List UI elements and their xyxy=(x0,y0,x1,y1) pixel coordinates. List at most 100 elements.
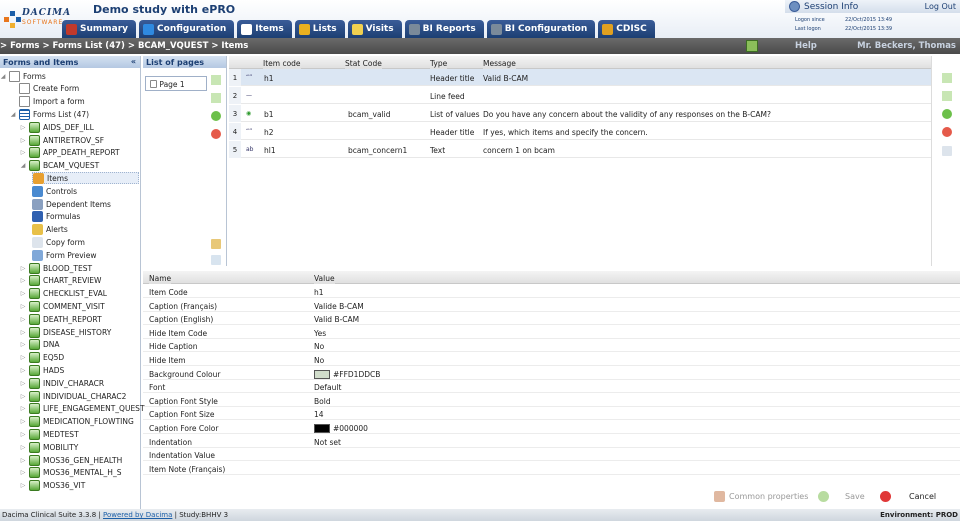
tree-form-item[interactable]: ▷ MOBILITY xyxy=(20,441,78,453)
tree-form-item[interactable]: ▷ INDIV_CHARACR xyxy=(20,377,104,389)
tree-sub-items[interactable]: Items xyxy=(32,172,139,185)
move-up-icon[interactable] xyxy=(211,75,221,85)
expand-arrow-icon[interactable]: ▷ xyxy=(20,329,26,336)
property-value[interactable]: Bold xyxy=(314,397,331,406)
property-row[interactable]: Item Code h1 xyxy=(143,285,960,298)
property-row[interactable]: Hide Item No xyxy=(143,353,960,366)
property-value[interactable]: Valide B-CAM xyxy=(314,302,364,311)
expand-arrow-icon[interactable]: ▷ xyxy=(20,393,26,400)
expand-arrow-icon[interactable]: ▷ xyxy=(20,367,26,374)
move-down-icon[interactable] xyxy=(211,93,221,103)
common-properties-button[interactable]: Common properties xyxy=(710,488,812,505)
expand-arrow-icon[interactable]: ▷ xyxy=(20,482,26,489)
table-row[interactable]: 4 “” h2 Header title If yes, which items and… xyxy=(229,123,931,140)
property-row[interactable]: Caption (English) Valid B-CAM xyxy=(143,312,960,326)
tree-form-item[interactable]: ▷ ANTIRETROV_SF xyxy=(20,134,104,146)
expand-arrow-icon[interactable]: ▷ xyxy=(20,303,26,310)
expand-arrow-icon[interactable]: ▷ xyxy=(20,137,26,144)
tree-form-item[interactable]: ▷ LIFE_ENGAGEMENT_QUEST xyxy=(20,403,145,415)
property-row[interactable]: Indentation Value xyxy=(143,448,960,462)
tree-form-bcam-vquest[interactable]: ◢ BCAM_VQUEST xyxy=(20,160,99,172)
expand-arrow-icon[interactable]: ▷ xyxy=(20,457,26,464)
powered-by-link[interactable]: Powered by Dacima xyxy=(103,511,172,519)
property-value[interactable]: Not set xyxy=(314,438,341,447)
expand-arrow-icon[interactable]: ▷ xyxy=(20,124,26,131)
tab-bi-reports[interactable]: BI Reports xyxy=(404,20,484,38)
expand-arrow-icon[interactable]: ▷ xyxy=(20,149,26,156)
save-button[interactable]: Save xyxy=(814,488,869,505)
tree-form-item[interactable]: ▷ DEATH_REPORT xyxy=(20,313,102,325)
tree-sub-alerts[interactable]: Alerts xyxy=(32,224,68,236)
item-options-icon[interactable] xyxy=(942,146,952,156)
property-row[interactable]: Caption Font Size 14 xyxy=(143,407,960,421)
tree-sub-formulas[interactable]: Formulas xyxy=(32,211,80,223)
expand-arrow-icon[interactable]: ▷ xyxy=(20,354,26,361)
tree-sub-copy-form[interactable]: Copy form xyxy=(32,236,85,248)
expand-arrow-icon[interactable]: ▷ xyxy=(20,265,26,272)
tree-sub-dependent-items[interactable]: Dependent Items xyxy=(32,198,111,210)
tab-bi-configuration[interactable]: BI Configuration xyxy=(486,20,596,38)
tab-cdisc[interactable]: CDISC xyxy=(598,20,655,38)
expand-arrow-icon[interactable]: ▷ xyxy=(20,405,26,412)
tree-forms[interactable]: ◢ Forms xyxy=(0,70,46,82)
property-row[interactable]: Caption (Français) Valide B-CAM xyxy=(143,299,960,312)
property-value[interactable]: #FFD1DDCB xyxy=(314,369,380,379)
tree-import-form[interactable]: Import a form xyxy=(10,96,85,108)
table-row[interactable]: 1 “” h1 Header title Valid B-CAM xyxy=(229,69,931,86)
tree-form-item[interactable]: ▷ CHART_REVIEW xyxy=(20,275,101,287)
property-value[interactable]: h1 xyxy=(314,288,324,297)
expand-arrow-icon[interactable]: ◢ xyxy=(0,73,6,80)
property-value[interactable]: Valid B-CAM xyxy=(314,315,359,324)
logout-link[interactable]: Log Out xyxy=(925,2,956,11)
expand-arrow-icon[interactable]: ◢ xyxy=(20,162,26,169)
property-row[interactable]: Font Default xyxy=(143,380,960,394)
tree-form-item[interactable]: ▷ APP_DEATH_REPORT xyxy=(20,147,120,159)
add-page-icon[interactable] xyxy=(211,111,221,121)
property-row[interactable]: Hide Item Code Yes xyxy=(143,326,960,339)
tree-form-item[interactable]: ▷ AIDS_DEF_ILL xyxy=(20,121,94,133)
property-row[interactable]: Background Colour #FFD1DDCB xyxy=(143,367,960,380)
remove-page-icon[interactable] xyxy=(211,129,221,139)
property-row[interactable]: Caption Fore Color #000000 xyxy=(143,421,960,434)
tree-form-item[interactable]: ▷ HADS xyxy=(20,364,64,376)
move-item-down-icon[interactable] xyxy=(942,91,952,101)
tree-form-item[interactable]: ▷ DNA xyxy=(20,339,60,351)
tree-form-item[interactable]: ▷ DISEASE_HISTORY xyxy=(20,326,111,338)
property-value[interactable]: 14 xyxy=(314,410,324,419)
tab-visits[interactable]: Visits xyxy=(347,20,402,38)
tree-form-item[interactable]: ▷ MOS36_MENTAL_H_S xyxy=(20,467,121,479)
tree-form-item[interactable]: ▷ CHECKLIST_EVAL xyxy=(20,288,107,300)
remove-item-icon[interactable] xyxy=(942,127,952,137)
help-book-icon[interactable] xyxy=(746,40,758,52)
property-value[interactable]: Default xyxy=(314,383,341,392)
edit-page-icon[interactable] xyxy=(211,239,221,249)
expand-arrow-icon[interactable]: ▷ xyxy=(20,469,26,476)
expand-arrow-icon[interactable]: ▷ xyxy=(20,380,26,387)
tab-items[interactable]: Items xyxy=(237,20,292,38)
tree-form-item[interactable]: ▷ MEDTEST xyxy=(20,428,79,440)
tree-forms-list[interactable]: ◢ Forms List (47) xyxy=(10,108,89,120)
table-row[interactable]: 2 — Line feed xyxy=(229,87,931,104)
expand-arrow-icon[interactable]: ▷ xyxy=(20,444,26,451)
tab-summary[interactable]: Summary xyxy=(62,20,137,38)
tree-form-item[interactable]: ▷ MEDICATION_FLOWTING xyxy=(20,416,134,428)
expand-arrow-icon[interactable]: ▷ xyxy=(20,277,26,284)
property-value[interactable]: #000000 xyxy=(314,424,368,433)
property-row[interactable]: Item Note (Français) xyxy=(143,462,960,475)
property-value[interactable]: No xyxy=(314,342,324,351)
expand-arrow-icon[interactable]: ▷ xyxy=(20,316,26,323)
expand-arrow-icon[interactable]: ▷ xyxy=(20,341,26,348)
tree-sub-controls[interactable]: Controls xyxy=(32,185,77,197)
add-item-icon[interactable] xyxy=(942,109,952,119)
property-value[interactable]: No xyxy=(314,356,324,365)
tab-configuration[interactable]: Configuration xyxy=(139,20,235,38)
table-row[interactable]: 3 ◉ b1 bcam_valid List of values Do you have … xyxy=(229,105,931,122)
table-row[interactable]: 5 ab hl1 bcam_concern1 Text concern 1 on bcam xyxy=(229,141,931,158)
property-row[interactable]: Caption Font Style Bold xyxy=(143,394,960,407)
tree-form-item[interactable]: ▷ MOS36_GEN_HEALTH xyxy=(20,454,122,466)
tree-form-item[interactable]: ▷ INDIVIDUAL_CHARAC2 xyxy=(20,390,126,402)
tree-form-item[interactable]: ▷ COMMENT_VISIT xyxy=(20,300,105,312)
collapse-panel-button[interactable]: « xyxy=(131,57,136,66)
tree-form-item[interactable]: ▷ EQ5D xyxy=(20,352,64,364)
expand-arrow-icon[interactable]: ◢ xyxy=(10,111,16,118)
